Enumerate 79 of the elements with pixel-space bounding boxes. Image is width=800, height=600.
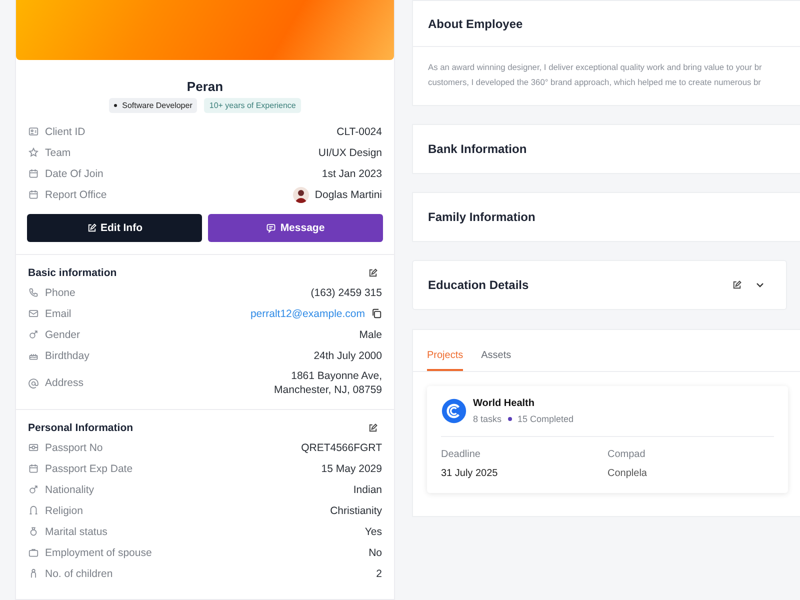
edit-icon[interactable] [732,280,742,290]
child-icon [28,568,39,579]
employee-name: Peran [186,79,224,94]
card-title: Education Details [428,278,530,292]
mail-icon [28,308,39,319]
detail-label: Client ID [45,126,86,138]
gender-icon [28,329,39,340]
detail-value: CLT-0024 [336,126,382,138]
chat-icon [266,223,276,233]
detail-label: Gender [45,328,80,340]
about-text: customers, I developed the 360° brand approach, which helped me to create numerous br [428,76,762,89]
detail-label: Report Office [45,188,107,200]
accordion-card[interactable]: Bank Information [412,124,800,174]
star-icon [28,147,39,158]
copy-icon[interactable] [371,308,382,319]
status-text: Compad [608,449,646,460]
deadline-value: 31 July 2025 [441,468,499,479]
project-name: World Health [473,398,536,409]
edit-icon [86,223,96,233]
section-title: Personal Information [28,422,134,434]
message-button[interactable]: Message [208,214,383,242]
tag-badge: 10+ years of Experience [204,98,301,113]
calendar-icon [28,189,39,200]
detail-label: Passport No [45,442,103,454]
detail-value: 1st Jan 2023 [322,168,382,180]
briefcase-icon [28,547,39,558]
detail-label: Religion [45,504,83,516]
detail-value: 2 [376,568,382,580]
detail-label: Team [45,146,71,158]
detail-label: Nationality [45,484,94,496]
detail-value: (163) 2459 315 [310,286,382,298]
detail-label: Date Of Join [45,168,104,180]
tag-badge: Software Developer [109,98,198,113]
detail-label: Address [45,377,84,389]
detail-value: 24th July 2000 [314,350,382,362]
edit-icon[interactable] [368,268,378,278]
completed-count: 15 Completed [518,414,574,424]
gender-icon [28,484,39,495]
detail-label: Phone [45,286,76,298]
detail-label: No. of children [45,568,113,580]
card-title: Family Information [428,210,536,224]
detail-value: Doglas Martini [314,188,382,200]
detail-value: 15 May 2029 [321,462,382,474]
card-title: About Employee [428,16,523,30]
detail-label: Employment of spouse [45,546,152,558]
at-sign-icon [28,378,39,388]
avatar-icon [292,186,309,202]
detail-label: Email [45,308,72,320]
detail-label: Passport Exp Date [45,462,133,474]
detail-value: Yes [364,526,382,538]
detail-value: Indian [353,484,382,496]
detail-value: UI/UX Design [318,146,382,158]
id-card-icon [28,126,39,137]
passport-icon [28,442,39,453]
tab[interactable]: Assets [481,350,512,371]
calendar-icon [28,168,39,179]
accordion-card[interactable]: Education Details [412,260,787,310]
detail-label: Birdthday [45,350,90,362]
address-value: 1861 Bayonne Ave, Manchester, NJ, 08759 [274,369,382,398]
accordion-card[interactable]: Family Information [412,192,800,242]
about-text: As an award winning designer, I deliver exceptional quality work and bring value to your br [428,61,763,74]
detail-value: Male [359,328,382,340]
detail-value: No [368,546,382,558]
detail-value: QRET4566FGRT [301,442,382,454]
task-count: 8 tasks [473,414,502,424]
section-title: Basic information [28,267,117,279]
calendar-icon [28,463,39,474]
email-link[interactable]: perralt12@example.com [250,308,365,320]
project-logo-icon [441,398,467,424]
edit-icon[interactable] [368,423,378,433]
phone-icon [28,287,39,298]
ring-icon [28,526,39,537]
separator-dot [508,417,512,421]
edit-info-button[interactable]: Edit Info [27,214,202,242]
deadline-label: Deadline [441,449,482,460]
detail-label: Marital status [45,526,108,538]
status-text: Conplela [608,468,648,479]
card-title: Bank Information [428,142,528,156]
detail-value: Christianity [330,504,382,516]
